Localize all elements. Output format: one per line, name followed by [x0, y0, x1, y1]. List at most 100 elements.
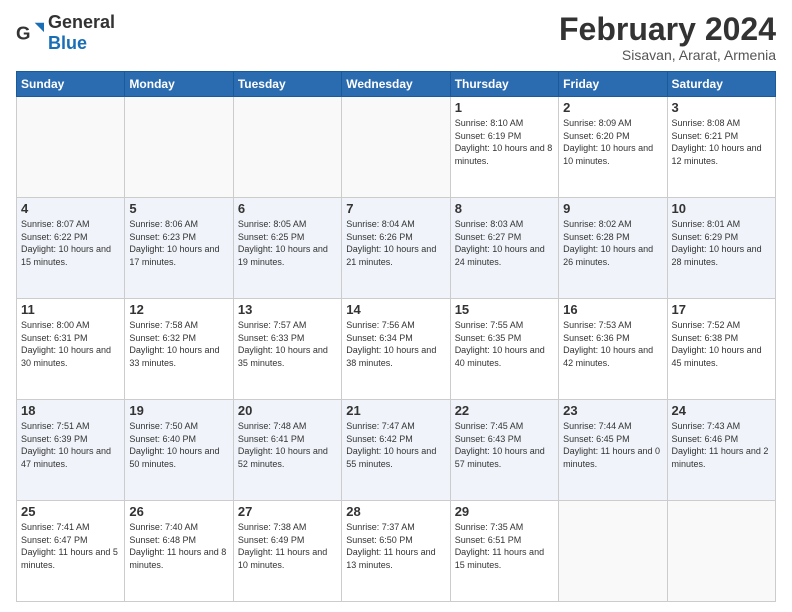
calendar-title: February 2024: [559, 12, 776, 47]
day-number: 23: [563, 403, 662, 418]
col-monday: Monday: [125, 72, 233, 97]
week-row-3: 18 Sunrise: 7:51 AM Sunset: 6:39 PM Dayli…: [17, 400, 776, 501]
day-number: 7: [346, 201, 445, 216]
day-cell: [17, 97, 125, 198]
day-number: 18: [21, 403, 120, 418]
day-cell: 24 Sunrise: 7:43 AM Sunset: 6:46 PM Dayli…: [667, 400, 775, 501]
week-row-1: 4 Sunrise: 8:07 AM Sunset: 6:22 PM Daylig…: [17, 198, 776, 299]
day-number: 4: [21, 201, 120, 216]
page: G General Blue February 2024 Sisavan, Ar…: [0, 0, 792, 612]
day-info: Sunrise: 8:06 AM Sunset: 6:23 PM Dayligh…: [129, 218, 228, 268]
day-cell: 26 Sunrise: 7:40 AM Sunset: 6:48 PM Dayli…: [125, 501, 233, 602]
day-number: 2: [563, 100, 662, 115]
week-row-4: 25 Sunrise: 7:41 AM Sunset: 6:47 PM Dayli…: [17, 501, 776, 602]
col-saturday: Saturday: [667, 72, 775, 97]
day-info: Sunrise: 8:05 AM Sunset: 6:25 PM Dayligh…: [238, 218, 337, 268]
logo-blue: Blue: [48, 33, 87, 53]
day-number: 24: [672, 403, 771, 418]
day-info: Sunrise: 8:02 AM Sunset: 6:28 PM Dayligh…: [563, 218, 662, 268]
day-number: 8: [455, 201, 554, 216]
day-info: Sunrise: 8:00 AM Sunset: 6:31 PM Dayligh…: [21, 319, 120, 369]
day-info: Sunrise: 8:07 AM Sunset: 6:22 PM Dayligh…: [21, 218, 120, 268]
day-number: 6: [238, 201, 337, 216]
day-info: Sunrise: 7:48 AM Sunset: 6:41 PM Dayligh…: [238, 420, 337, 470]
day-info: Sunrise: 7:57 AM Sunset: 6:33 PM Dayligh…: [238, 319, 337, 369]
col-friday: Friday: [559, 72, 667, 97]
day-cell: 3 Sunrise: 8:08 AM Sunset: 6:21 PM Daylig…: [667, 97, 775, 198]
day-cell: 6 Sunrise: 8:05 AM Sunset: 6:25 PM Daylig…: [233, 198, 341, 299]
day-cell: 22Sunrise: 7:45 AM Sunset: 6:43 PM Dayli…: [450, 400, 558, 501]
day-number: 12: [129, 302, 228, 317]
day-number: 27: [238, 504, 337, 519]
week-row-0: 1Sunrise: 8:10 AM Sunset: 6:19 PM Daylig…: [17, 97, 776, 198]
day-number: 28: [346, 504, 445, 519]
day-cell: 29 Sunrise: 7:35 AM Sunset: 6:51 PM Dayli…: [450, 501, 558, 602]
day-cell: 19 Sunrise: 7:50 AM Sunset: 6:40 PM Dayli…: [125, 400, 233, 501]
day-cell: [667, 501, 775, 602]
day-number: 26: [129, 504, 228, 519]
day-cell: 28 Sunrise: 7:37 AM Sunset: 6:50 PM Dayli…: [342, 501, 450, 602]
day-info: Sunrise: 8:08 AM Sunset: 6:21 PM Dayligh…: [672, 117, 771, 167]
day-number: 19: [129, 403, 228, 418]
day-cell: 23 Sunrise: 7:44 AM Sunset: 6:45 PM Dayli…: [559, 400, 667, 501]
day-cell: 18 Sunrise: 7:51 AM Sunset: 6:39 PM Dayli…: [17, 400, 125, 501]
header: G General Blue February 2024 Sisavan, Ar…: [16, 12, 776, 63]
header-row: Sunday Monday Tuesday Wednesday Thursday…: [17, 72, 776, 97]
logo: G General Blue: [16, 12, 115, 54]
day-number: 13: [238, 302, 337, 317]
day-number: 29: [455, 504, 554, 519]
day-number: 14: [346, 302, 445, 317]
day-cell: 12 Sunrise: 7:58 AM Sunset: 6:32 PM Dayli…: [125, 299, 233, 400]
col-tuesday: Tuesday: [233, 72, 341, 97]
day-cell: 27 Sunrise: 7:38 AM Sunset: 6:49 PM Dayli…: [233, 501, 341, 602]
day-number: 3: [672, 100, 771, 115]
day-number: 17: [672, 302, 771, 317]
logo-general: General: [48, 12, 115, 32]
day-cell: 10 Sunrise: 8:01 AM Sunset: 6:29 PM Dayli…: [667, 198, 775, 299]
day-number: 25: [21, 504, 120, 519]
day-info: Sunrise: 7:51 AM Sunset: 6:39 PM Dayligh…: [21, 420, 120, 470]
day-info: Sunrise: 7:50 AM Sunset: 6:40 PM Dayligh…: [129, 420, 228, 470]
day-cell: 8Sunrise: 8:03 AM Sunset: 6:27 PM Daylig…: [450, 198, 558, 299]
day-number: 10: [672, 201, 771, 216]
day-info: Sunrise: 8:04 AM Sunset: 6:26 PM Dayligh…: [346, 218, 445, 268]
day-info: Sunrise: 8:01 AM Sunset: 6:29 PM Dayligh…: [672, 218, 771, 268]
day-cell: 4 Sunrise: 8:07 AM Sunset: 6:22 PM Daylig…: [17, 198, 125, 299]
day-info: Sunrise: 7:40 AM Sunset: 6:48 PM Dayligh…: [129, 521, 228, 571]
day-info: Sunrise: 7:43 AM Sunset: 6:46 PM Dayligh…: [672, 420, 771, 470]
day-cell: [233, 97, 341, 198]
day-info: Sunrise: 8:09 AM Sunset: 6:20 PM Dayligh…: [563, 117, 662, 167]
day-cell: 11Sunrise: 8:00 AM Sunset: 6:31 PM Dayli…: [17, 299, 125, 400]
col-thursday: Thursday: [450, 72, 558, 97]
col-wednesday: Wednesday: [342, 72, 450, 97]
day-cell: 9Sunrise: 8:02 AM Sunset: 6:28 PM Daylig…: [559, 198, 667, 299]
day-info: Sunrise: 7:41 AM Sunset: 6:47 PM Dayligh…: [21, 521, 120, 571]
day-info: Sunrise: 8:10 AM Sunset: 6:19 PM Dayligh…: [455, 117, 554, 167]
day-info: Sunrise: 7:53 AM Sunset: 6:36 PM Dayligh…: [563, 319, 662, 369]
title-section: February 2024 Sisavan, Ararat, Armenia: [559, 12, 776, 63]
day-info: Sunrise: 7:35 AM Sunset: 6:51 PM Dayligh…: [455, 521, 554, 571]
day-cell: 13 Sunrise: 7:57 AM Sunset: 6:33 PM Dayli…: [233, 299, 341, 400]
week-row-2: 11Sunrise: 8:00 AM Sunset: 6:31 PM Dayli…: [17, 299, 776, 400]
day-cell: 15Sunrise: 7:55 AM Sunset: 6:35 PM Dayli…: [450, 299, 558, 400]
day-cell: [559, 501, 667, 602]
day-info: Sunrise: 7:58 AM Sunset: 6:32 PM Dayligh…: [129, 319, 228, 369]
logo-icon: G: [16, 19, 44, 47]
day-cell: 20 Sunrise: 7:48 AM Sunset: 6:41 PM Dayli…: [233, 400, 341, 501]
day-info: Sunrise: 7:52 AM Sunset: 6:38 PM Dayligh…: [672, 319, 771, 369]
day-cell: 5Sunrise: 8:06 AM Sunset: 6:23 PM Daylig…: [125, 198, 233, 299]
day-number: 20: [238, 403, 337, 418]
day-info: Sunrise: 7:47 AM Sunset: 6:42 PM Dayligh…: [346, 420, 445, 470]
day-info: Sunrise: 7:37 AM Sunset: 6:50 PM Dayligh…: [346, 521, 445, 571]
day-number: 16: [563, 302, 662, 317]
svg-text:G: G: [16, 23, 31, 44]
day-number: 15: [455, 302, 554, 317]
day-cell: 2 Sunrise: 8:09 AM Sunset: 6:20 PM Daylig…: [559, 97, 667, 198]
day-number: 22: [455, 403, 554, 418]
calendar-subtitle: Sisavan, Ararat, Armenia: [559, 47, 776, 63]
day-cell: 7 Sunrise: 8:04 AM Sunset: 6:26 PM Daylig…: [342, 198, 450, 299]
day-cell: [342, 97, 450, 198]
day-info: Sunrise: 7:44 AM Sunset: 6:45 PM Dayligh…: [563, 420, 662, 470]
calendar-table: Sunday Monday Tuesday Wednesday Thursday…: [16, 71, 776, 602]
day-info: Sunrise: 7:38 AM Sunset: 6:49 PM Dayligh…: [238, 521, 337, 571]
